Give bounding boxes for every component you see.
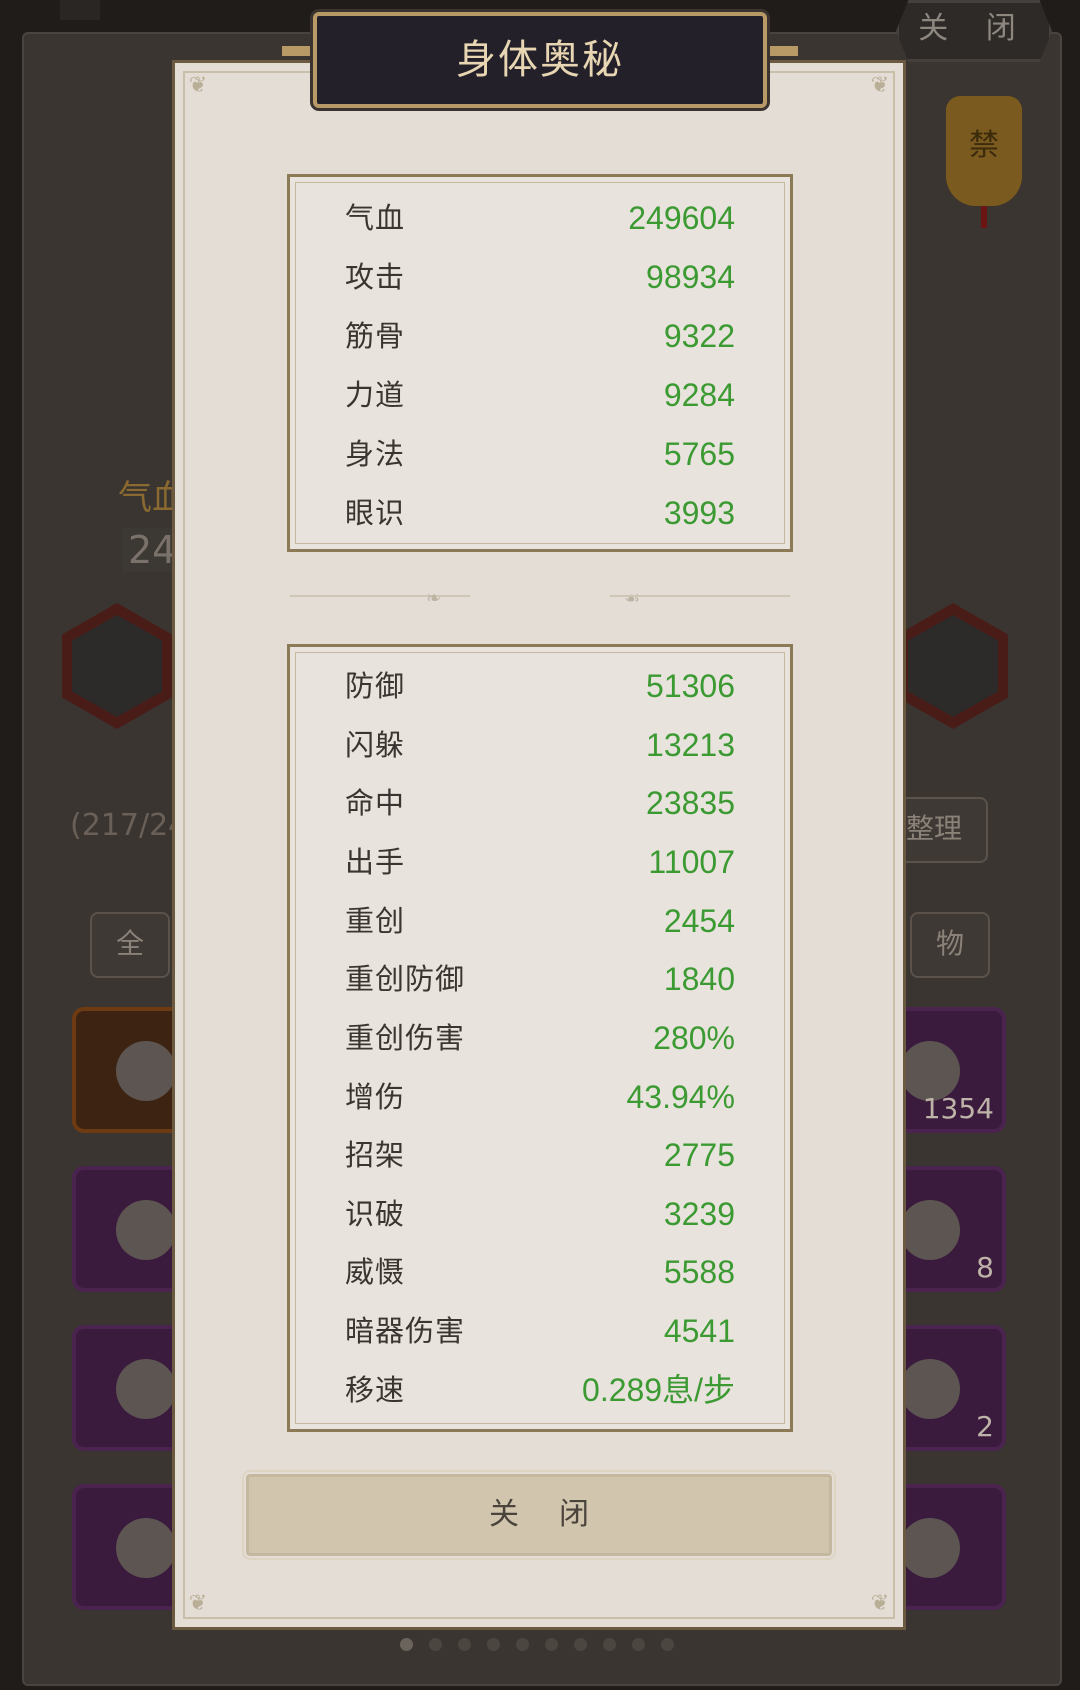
corner-ornament-icon: ❦ (870, 73, 890, 98)
stat-row-critical: 重创 2454 (345, 903, 735, 939)
close-button[interactable]: 关闭 (242, 1470, 836, 1560)
stat-row-constitution: 筋骨 9322 (345, 318, 735, 354)
stat-row-insight: 识破 3239 (345, 1196, 735, 1232)
stat-row-defense: 防御 51306 (345, 668, 735, 704)
stat-row-damage-boost: 增伤 43.94% (345, 1079, 735, 1115)
divider-ornament-icon: ☙ (624, 588, 641, 609)
stat-row-move-speed: 移速 0.289息/步 (345, 1372, 735, 1408)
dialog-title-plate: 身体奥秘 (313, 12, 767, 108)
emblem-glyph: 禁 (969, 128, 999, 163)
title-flourish-left (282, 46, 316, 56)
filter-items-tab[interactable]: 物 (910, 912, 991, 978)
stat-row-initiative: 出手 11007 (345, 844, 735, 880)
stat-row-critical-defense: 重创防御 1840 (345, 961, 735, 997)
stat-row-parry: 招架 2775 (345, 1137, 735, 1173)
corner-ornament-icon: ❦ (870, 1591, 890, 1616)
filter-all-tab[interactable]: 全 (90, 912, 171, 978)
corner-ornament-icon: ❦ (188, 73, 208, 98)
corner-ornament-icon: ❦ (188, 1591, 208, 1616)
stat-row-intimidation: 威慑 5588 (345, 1254, 735, 1290)
stat-row-attack: 攻击 98934 (345, 259, 735, 295)
stat-row-critical-damage: 重创伤害 280% (345, 1020, 735, 1056)
stat-row-strength: 力道 9284 (345, 377, 735, 413)
stat-row-perception: 眼识 3993 (345, 495, 735, 531)
dialog-title: 身体奥秘 (456, 37, 624, 83)
secondary-stats-panel: 防御 51306 闪躲 13213 命中 23835 出手 11007 重创 2454 重… (287, 644, 793, 1432)
title-flourish-right (764, 46, 798, 56)
divider-ornament-icon: ❧ (426, 588, 442, 609)
section-divider-right (610, 595, 790, 597)
stat-row-agility: 身法 5765 (345, 436, 735, 472)
stat-row-dodge: 闪躲 13213 (345, 727, 735, 763)
bag-capacity: (217/24 (70, 808, 188, 843)
section-divider-left (290, 595, 470, 597)
emblem-icon[interactable]: 禁 (946, 96, 1022, 228)
stat-row-hp: 气血 249604 (345, 200, 735, 236)
stat-row-accuracy: 命中 23835 (345, 785, 735, 821)
page-indicator (400, 1636, 690, 1655)
primary-stats-panel: 气血 249604 攻击 98934 筋骨 9322 力道 9284 身法 5765 眼识… (287, 174, 793, 552)
background-close-button[interactable]: 关 闭 (896, 0, 1052, 62)
stat-row-hidden-weapon-damage: 暗器伤害 4541 (345, 1313, 735, 1349)
